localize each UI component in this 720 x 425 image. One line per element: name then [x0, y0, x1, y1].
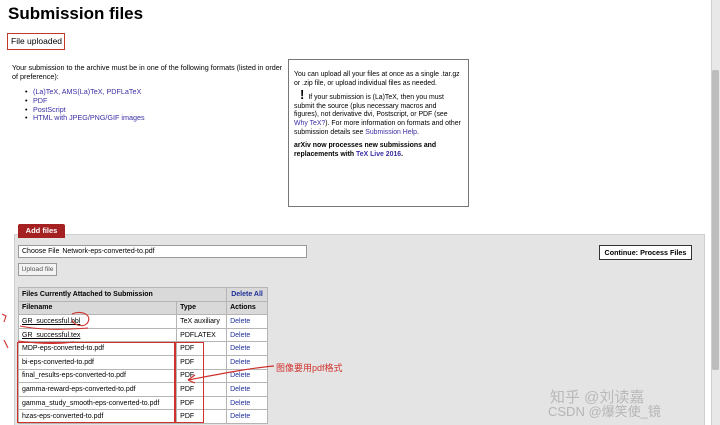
- delete-file-button[interactable]: Delete: [230, 332, 250, 339]
- upload-status-message: File uploaded: [7, 33, 65, 50]
- format-link-latex[interactable]: (La)TeX, AMS(La)TeX, PDFLaTeX: [33, 87, 141, 96]
- info-texlive-text: arXiv now processes new submissions and …: [294, 142, 437, 158]
- exclamation-icon: !: [300, 87, 305, 103]
- texlive-link[interactable]: TeX Live 2016: [356, 151, 401, 158]
- submission-help-link[interactable]: Submission Help: [365, 129, 417, 136]
- col-header-type: Type: [176, 300, 228, 316]
- file-type-cell: TeX auxiliary: [176, 314, 228, 329]
- upload-file-button[interactable]: Upload file: [18, 263, 57, 276]
- format-link-postscript[interactable]: PostScript: [33, 105, 66, 114]
- page-title: Submission files: [8, 4, 144, 23]
- info-box: You can upload all your files at once as…: [288, 59, 469, 207]
- scrollbar-thumb[interactable]: [712, 70, 719, 370]
- annotation-text: 图像要用pdf格式: [276, 363, 343, 373]
- col-header-actions: Actions: [226, 300, 268, 316]
- page-scrollbar[interactable]: [711, 0, 720, 425]
- annotation-arrow-icon: [187, 365, 275, 384]
- format-list: (La)TeX, AMS(La)TeX, PDFLaTeX PDF PostSc…: [25, 87, 145, 123]
- formats-intro: Your submission to the archive must be i…: [12, 63, 283, 81]
- info-latex-text: ! If your submission is (La)TeX, then you…: [294, 87, 461, 136]
- format-link-html[interactable]: HTML with JPEG/PNG/GIF images: [33, 113, 145, 122]
- file-actions-cell: Delete: [226, 314, 268, 329]
- delete-file-button[interactable]: Delete: [230, 318, 250, 325]
- format-link-pdf[interactable]: PDF: [33, 96, 47, 105]
- delete-file-button[interactable]: Delete: [230, 400, 250, 407]
- file-actions-cell: Delete: [226, 395, 268, 411]
- why-tex-link[interactable]: Why TeX?: [294, 120, 325, 127]
- table-caption: Files Currently Attached to Submission: [17, 287, 228, 302]
- file-type-cell: PDFLATEX: [176, 327, 228, 343]
- delete-file-button[interactable]: Delete: [230, 345, 250, 352]
- delete-all-button[interactable]: Delete All: [226, 287, 268, 302]
- table-caption-row: Files Currently Attached to Submission D…: [17, 287, 268, 302]
- file-actions-cell: Delete: [226, 341, 268, 356]
- add-files-tab[interactable]: Add files: [18, 224, 65, 238]
- file-input[interactable]: Choose File Network-eps-converted-to.pdf: [18, 245, 307, 258]
- format-item: HTML with JPEG/PNG/GIF images: [25, 113, 145, 123]
- watermark: CSDN @爆笑使_镜: [548, 404, 661, 419]
- chosen-file-name: Network-eps-converted-to.pdf: [62, 248, 155, 255]
- choose-file-button[interactable]: Choose File: [22, 246, 59, 257]
- file-actions-cell: Delete: [226, 409, 268, 424]
- continue-process-files-button[interactable]: Continue: Process Files: [599, 245, 692, 260]
- file-actions-cell: Delete: [226, 327, 268, 343]
- info-upload-text: You can upload all your files at once as…: [294, 71, 460, 87]
- delete-file-button[interactable]: Delete: [230, 413, 250, 420]
- annotation-underline-icon: [1, 311, 90, 349]
